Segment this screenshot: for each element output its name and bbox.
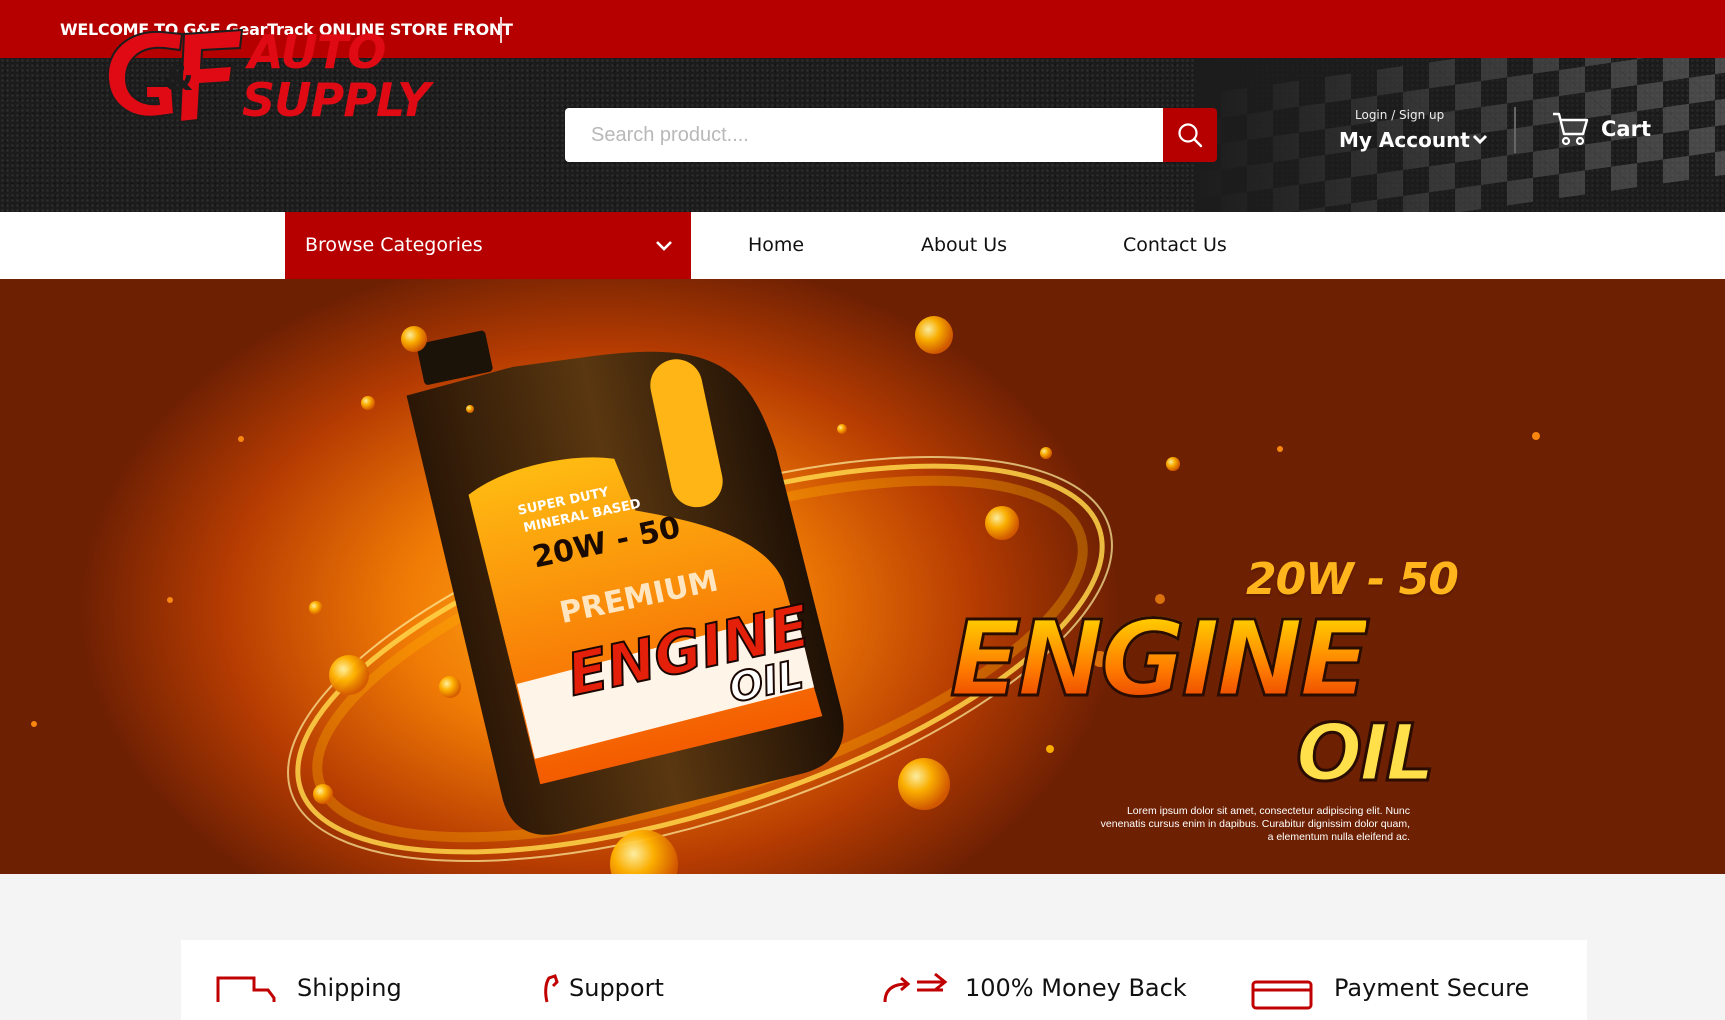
phone-icon (544, 974, 559, 1003)
cart-button[interactable]: Cart (1551, 110, 1661, 150)
search-bar (565, 108, 1217, 162)
nav-link-home[interactable]: Home (748, 234, 804, 256)
chevron-down-icon (656, 241, 672, 251)
feature-label: Payment Secure (1334, 974, 1530, 1002)
truck-icon (216, 976, 276, 1002)
credit-card-icon (1251, 980, 1313, 1010)
features-strip: Shipping Support 100% Money Back Payment… (181, 940, 1587, 1020)
hero-banner[interactable]: SUPER DUTY MINERAL BASED 20W - 50 PREMIU… (0, 279, 1725, 874)
hero-title-oil: OIL (1294, 708, 1436, 801)
nav-link-about-us[interactable]: About Us (921, 234, 1007, 256)
feature-label: Support (569, 974, 664, 1002)
feature-money-back: 100% Money Back (881, 940, 1201, 1020)
hero-title-engine: ENGINE (948, 598, 1371, 720)
search-button[interactable] (1163, 108, 1217, 162)
cart-icon (1553, 112, 1589, 146)
hero-illustration: SUPER DUTY MINERAL BASED 20W - 50 PREMIU… (31, 316, 1540, 874)
login-signup-link[interactable]: Login / Sign up (1355, 108, 1444, 122)
browse-categories-dropdown[interactable]: Browse Categories (285, 212, 691, 279)
store-logo[interactable]: & AUTO SUPPLY (102, 24, 512, 134)
my-account-label: My Account (1339, 128, 1470, 152)
oil-jug-graphic (406, 330, 844, 835)
hero-description: Lorem ipsum dolor sit amet, consectetur … (1100, 805, 1410, 843)
main-navigation: Browse Categories Home About Us Contact … (0, 212, 1725, 279)
svg-text:&: & (164, 59, 194, 99)
chevron-down-icon (1472, 134, 1488, 145)
search-icon (1178, 123, 1203, 148)
feature-payment-secure: Payment Secure (1251, 940, 1571, 1020)
feature-support: Support (541, 940, 761, 1020)
gf-logo-mark: & (106, 28, 244, 124)
cart-label: Cart (1601, 117, 1651, 141)
header-divider (1514, 107, 1516, 153)
feature-shipping: Shipping (216, 940, 436, 1020)
exchange-arrows-icon (883, 972, 948, 1003)
feature-label: Shipping (297, 974, 402, 1002)
search-input[interactable] (565, 108, 1163, 162)
logo-text-auto: AUTO (248, 25, 386, 79)
feature-label: 100% Money Back (965, 974, 1187, 1002)
nav-link-contact-us[interactable]: Contact Us (1123, 234, 1227, 256)
logo-text-supply: SUPPLY (242, 73, 430, 127)
browse-categories-label: Browse Categories (305, 234, 483, 256)
